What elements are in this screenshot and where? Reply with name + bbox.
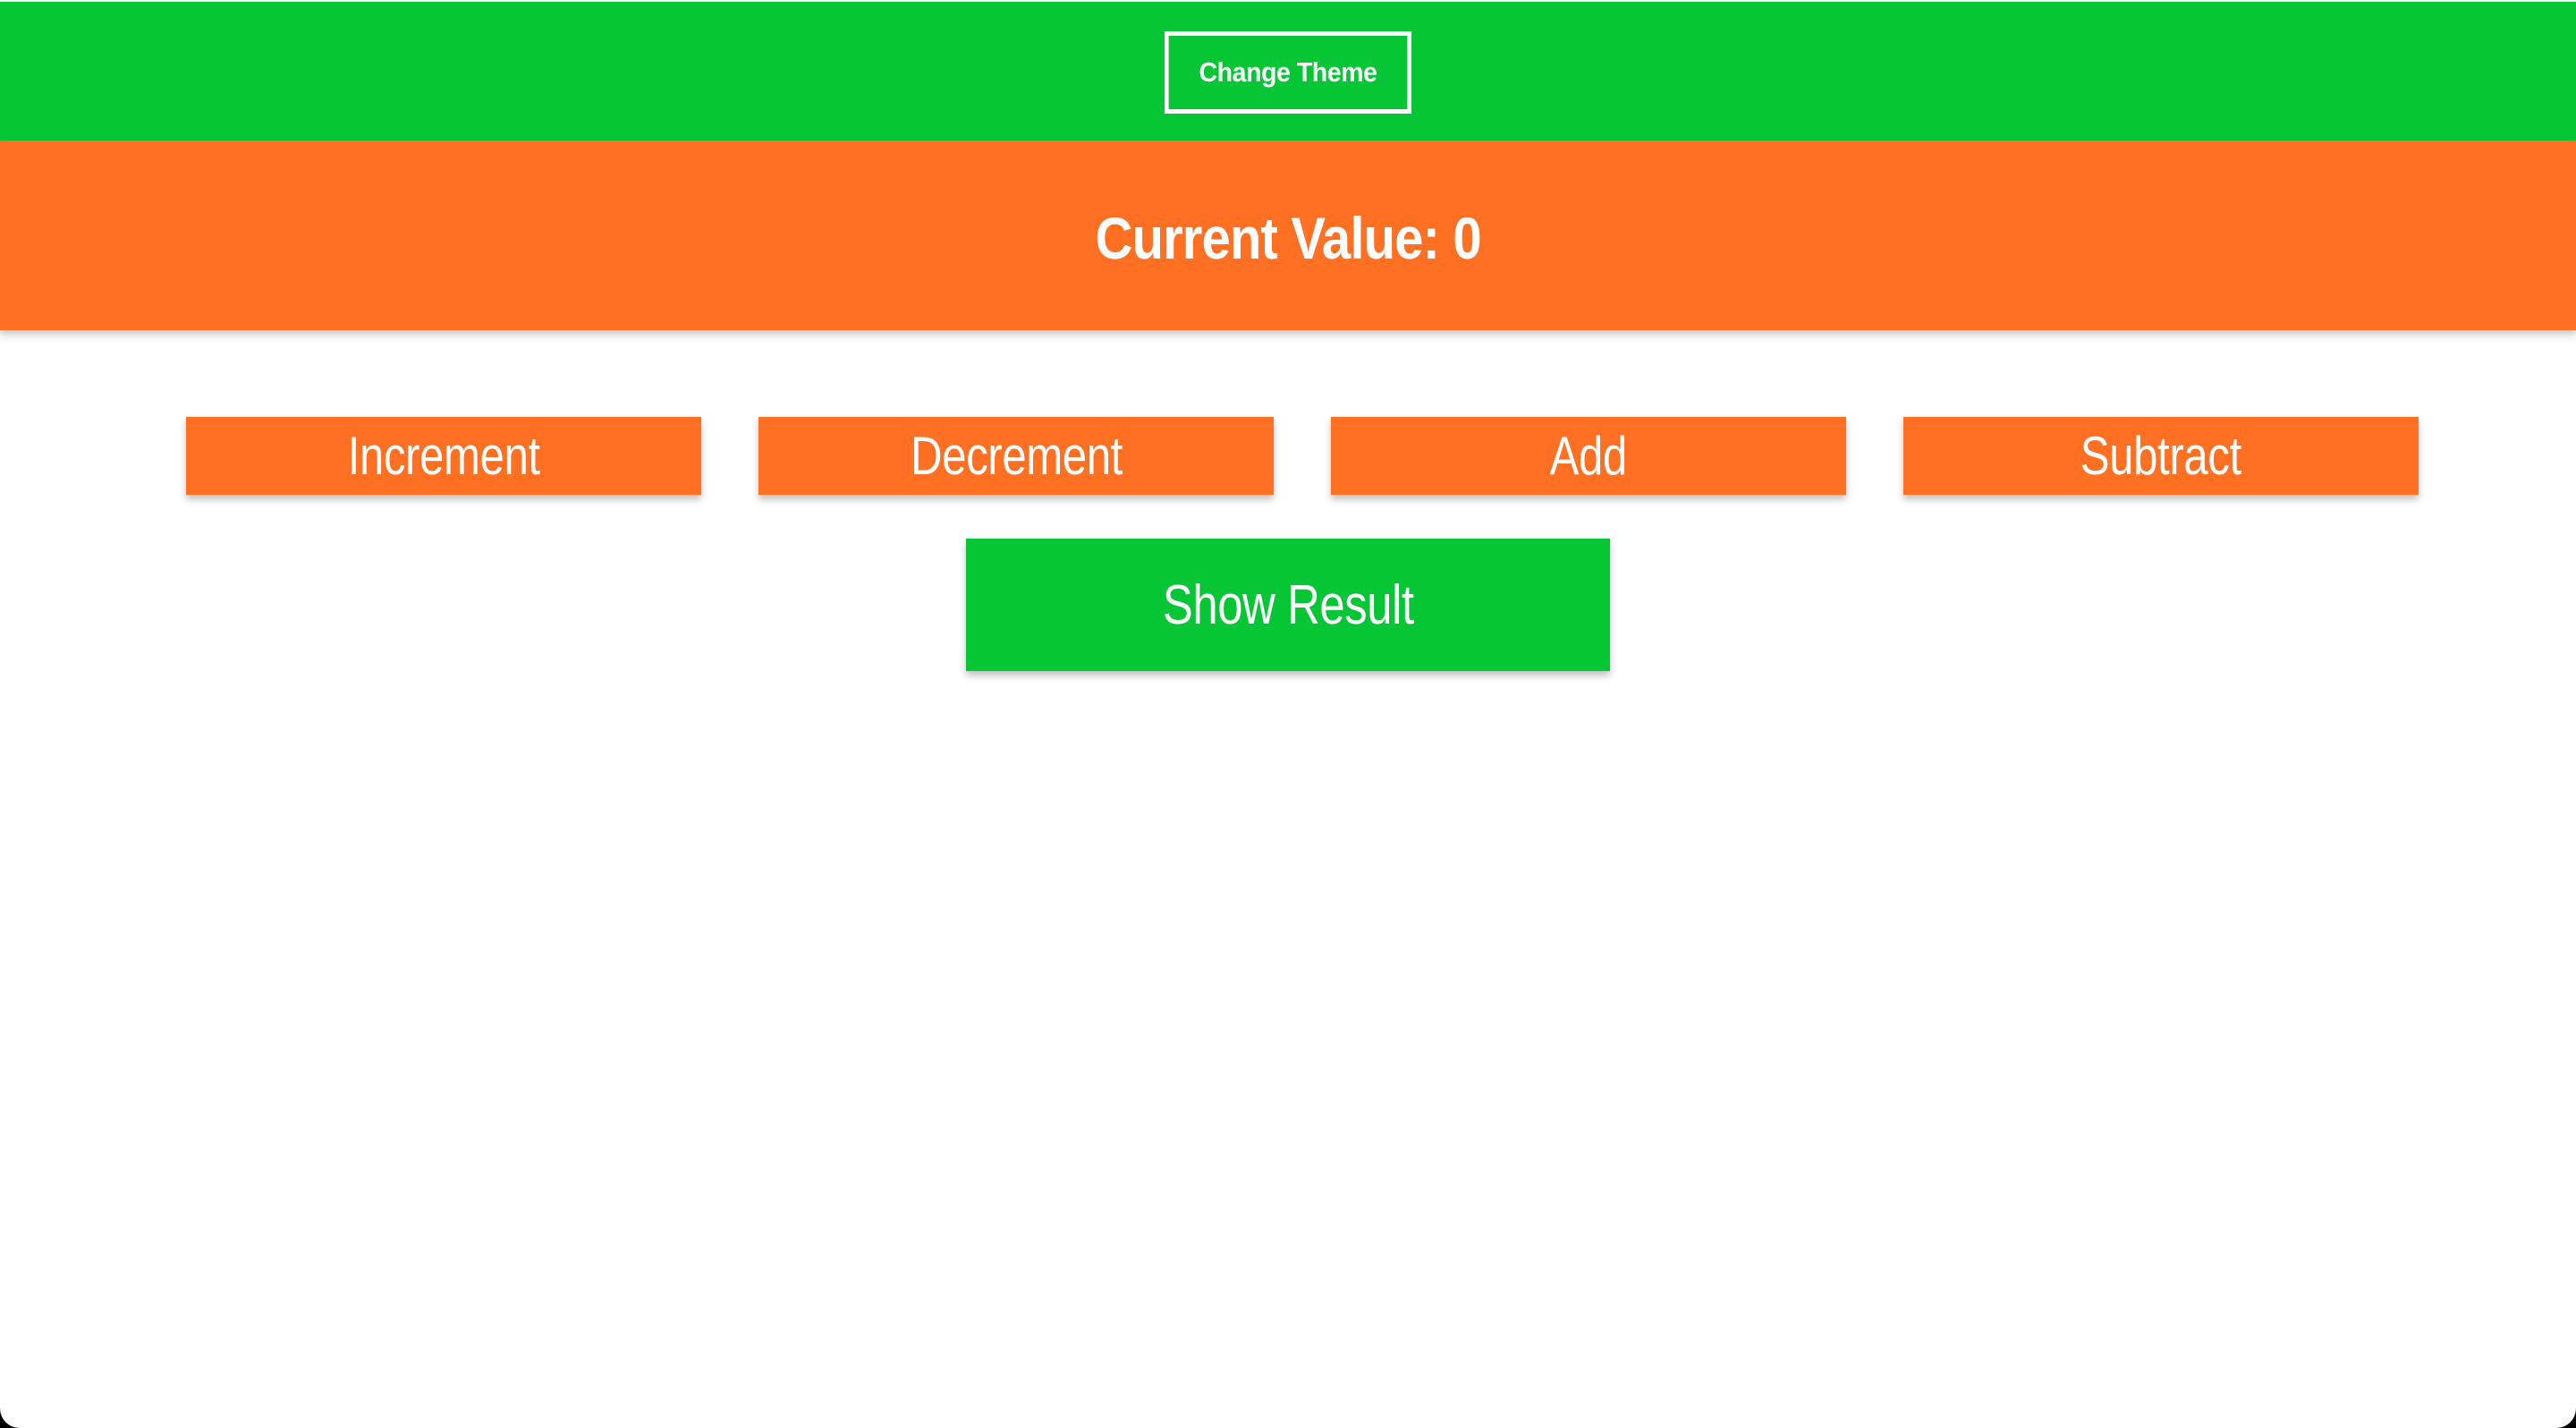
add-button-label: Add (1549, 426, 1628, 486)
decrement-button-label: Decrement (910, 426, 1123, 486)
subtract-button[interactable]: Subtract (1903, 417, 2419, 495)
decrement-button[interactable]: Decrement (758, 417, 1274, 495)
top-bar: Change Theme (0, 2, 2576, 140)
current-value-text: Current Value: 0 (1095, 205, 1481, 271)
increment-button-label: Increment (347, 426, 540, 486)
app-window: Change Theme Current Value: 0 Increment … (0, 0, 2576, 1428)
current-value-banner: Current Value: 0 (0, 140, 2576, 330)
increment-button[interactable]: Increment (186, 417, 701, 495)
show-result-button[interactable]: Show Result (966, 539, 1610, 671)
add-button[interactable]: Add (1331, 417, 1846, 495)
show-result-button-label: Show Result (1162, 574, 1414, 636)
subtract-button-label: Subtract (2080, 426, 2241, 486)
change-theme-button[interactable]: Change Theme (1165, 31, 1411, 114)
